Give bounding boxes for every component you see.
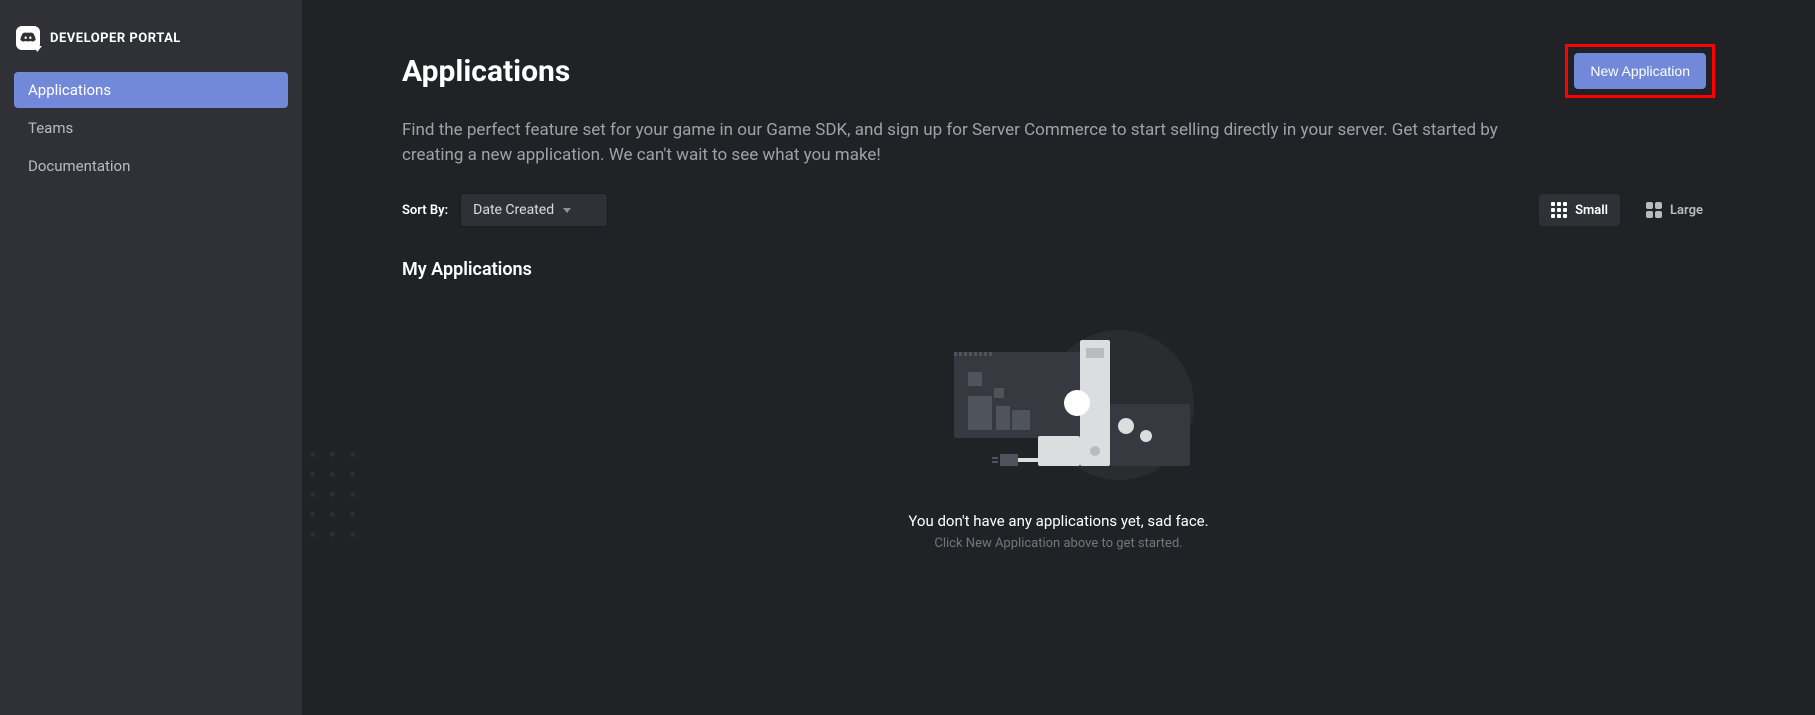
sidebar: DEVELOPER PORTAL Applications Teams Docu… <box>0 0 302 715</box>
view-toggle: Small Large <box>1539 194 1715 226</box>
empty-state: You don't have any applications yet, sad… <box>402 340 1715 551</box>
brand: DEVELOPER PORTAL <box>14 22 288 72</box>
empty-state-title: You don't have any applications yet, sad… <box>908 512 1208 530</box>
grid-large-icon <box>1646 202 1662 218</box>
grid-small-icon <box>1551 202 1567 218</box>
view-large-label: Large <box>1670 203 1703 218</box>
sort-select[interactable]: Date Created <box>460 193 608 227</box>
new-application-button[interactable]: New Application <box>1574 53 1706 89</box>
sidebar-nav: Applications Teams Documentation <box>14 72 288 184</box>
empty-state-illustration <box>944 340 1174 490</box>
sidebar-item-applications[interactable]: Applications <box>14 72 288 108</box>
page-title: Applications <box>402 54 570 89</box>
header-row: Applications New Application <box>402 44 1715 98</box>
sort-label: Sort By: <box>402 203 448 218</box>
sort-group: Sort By: Date Created <box>402 193 608 227</box>
empty-state-subtitle: Click New Application above to get start… <box>934 536 1182 551</box>
controls-row: Sort By: Date Created Small Large <box>402 193 1715 227</box>
brand-label: DEVELOPER PORTAL <box>50 31 181 46</box>
sidebar-item-teams[interactable]: Teams <box>14 110 288 146</box>
section-title: My Applications <box>402 259 1715 280</box>
sort-selected-value: Date Created <box>473 202 554 218</box>
view-small-button[interactable]: Small <box>1539 194 1620 226</box>
view-small-label: Small <box>1575 203 1608 218</box>
main-content: Applications New Application Find the pe… <box>302 0 1815 715</box>
discord-logo-icon <box>16 26 40 50</box>
intro-text: Find the perfect feature set for your ga… <box>402 118 1522 167</box>
sidebar-item-documentation[interactable]: Documentation <box>14 148 288 184</box>
view-large-button[interactable]: Large <box>1634 194 1715 226</box>
chevron-down-icon <box>563 208 571 213</box>
new-application-highlight: New Application <box>1565 44 1715 98</box>
